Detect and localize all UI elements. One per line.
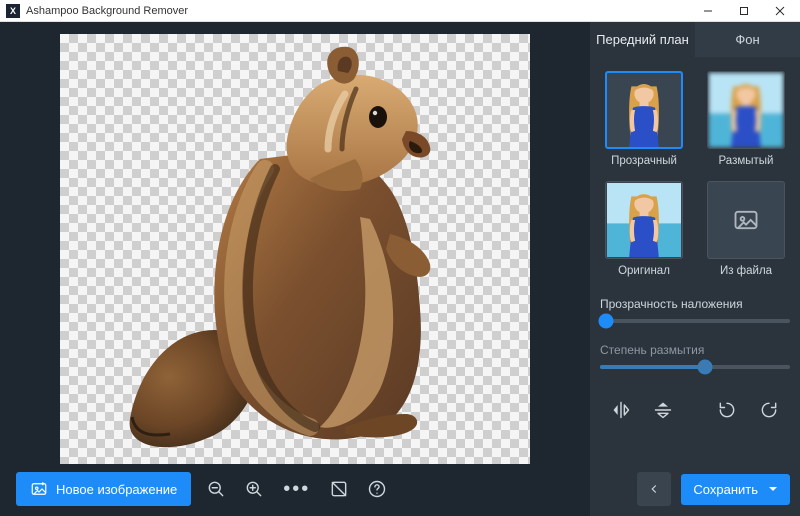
zoom-out-button[interactable] bbox=[203, 476, 229, 502]
option-from-file-label: Из файла bbox=[720, 265, 772, 277]
blur-amount-label: Степень размытия bbox=[600, 343, 790, 357]
app-window: X Ashampoo Background Remover bbox=[0, 0, 800, 516]
option-blurred-thumb[interactable] bbox=[707, 71, 785, 149]
transform-tools bbox=[600, 395, 790, 425]
option-from-file-thumb[interactable] bbox=[707, 181, 785, 259]
save-button[interactable]: Сохранить bbox=[681, 474, 790, 505]
sidebar: Передний план Фон bbox=[590, 22, 800, 516]
tab-background[interactable]: Фон bbox=[695, 22, 800, 57]
canvas-area: Новое изображение ••• bbox=[0, 22, 590, 516]
option-original: Оригинал bbox=[600, 181, 688, 277]
overlay-transparency-track[interactable] bbox=[600, 319, 790, 323]
app-title: Ashampoo Background Remover bbox=[26, 5, 690, 17]
zoom-in-button[interactable] bbox=[241, 476, 267, 502]
option-from-file: Из файла bbox=[702, 181, 790, 277]
new-image-label: Новое изображение bbox=[56, 482, 177, 497]
save-button-label: Сохранить bbox=[693, 482, 758, 497]
tabbar: Передний план Фон bbox=[590, 22, 800, 57]
blur-amount-slider: Степень размытия bbox=[600, 343, 790, 369]
help-button[interactable] bbox=[364, 476, 390, 502]
option-blurred-label: Размытый bbox=[719, 155, 774, 167]
overlay-transparency-slider: Прозрачность наложения bbox=[600, 297, 790, 323]
canvas[interactable] bbox=[60, 34, 530, 464]
content-area: Новое изображение ••• Передн bbox=[0, 22, 800, 516]
canvas-frame bbox=[12, 34, 578, 464]
minimize-button[interactable] bbox=[690, 0, 726, 22]
window-controls bbox=[690, 0, 798, 22]
overlay-transparency-label: Прозрачность наложения bbox=[600, 297, 790, 311]
maximize-button[interactable] bbox=[726, 0, 762, 22]
app-icon: X bbox=[6, 4, 20, 18]
subject-image bbox=[110, 39, 490, 459]
flip-horizontal-button[interactable] bbox=[606, 395, 636, 425]
bottom-actions: Сохранить bbox=[600, 456, 790, 506]
option-transparent-label: Прозрачный bbox=[611, 155, 677, 167]
option-blurred: Размытый bbox=[702, 71, 790, 167]
rotate-left-button[interactable] bbox=[712, 395, 742, 425]
flip-vertical-button[interactable] bbox=[648, 395, 678, 425]
option-transparent: Прозрачный bbox=[600, 71, 688, 167]
image-plus-icon bbox=[30, 480, 48, 498]
background-options-grid: Прозрачный Размытый Оригинал bbox=[600, 71, 790, 277]
image-icon bbox=[732, 206, 760, 234]
option-transparent-thumb[interactable] bbox=[605, 71, 683, 149]
chevron-down-icon bbox=[768, 484, 778, 494]
close-button[interactable] bbox=[762, 0, 798, 22]
rotate-right-button[interactable] bbox=[754, 395, 784, 425]
blur-amount-track[interactable] bbox=[600, 365, 790, 369]
back-button[interactable] bbox=[637, 472, 671, 506]
new-image-button[interactable]: Новое изображение bbox=[16, 472, 191, 506]
option-original-thumb[interactable] bbox=[605, 181, 683, 259]
bottom-toolbar: Новое изображение ••• bbox=[12, 472, 578, 506]
tab-foreground[interactable]: Передний план bbox=[590, 22, 695, 57]
more-menu-button[interactable]: ••• bbox=[279, 478, 314, 501]
option-original-label: Оригинал bbox=[618, 265, 670, 277]
titlebar: X Ashampoo Background Remover bbox=[0, 0, 800, 22]
compare-button[interactable] bbox=[326, 476, 352, 502]
